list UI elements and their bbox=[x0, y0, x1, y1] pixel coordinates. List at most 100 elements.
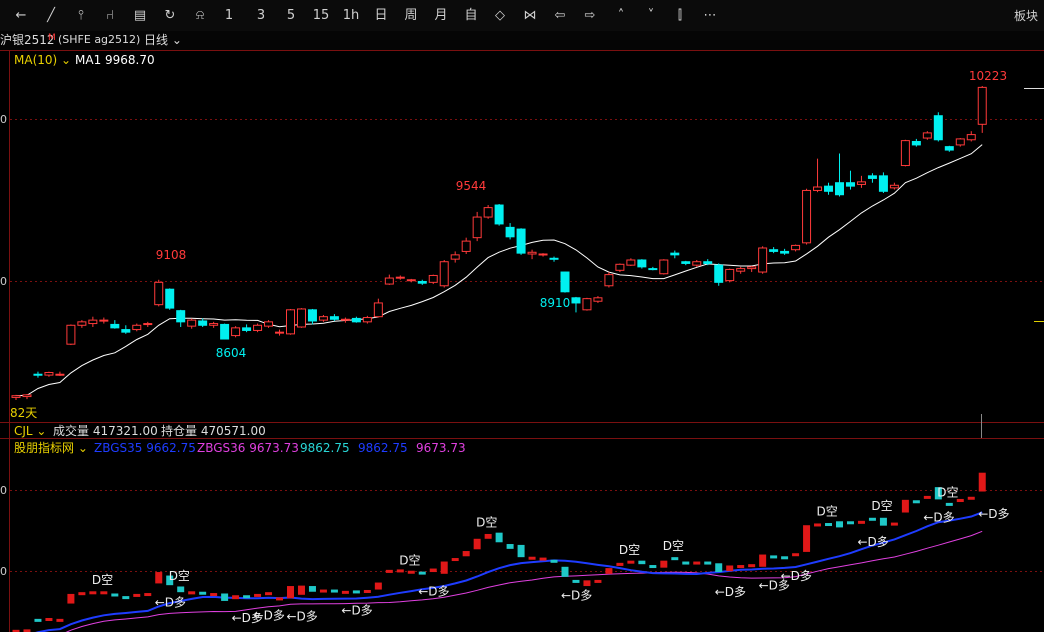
sub-candle-body bbox=[759, 554, 767, 567]
candle-body[interactable] bbox=[417, 280, 427, 284]
candle-body[interactable] bbox=[384, 277, 394, 285]
candle-body[interactable] bbox=[11, 395, 21, 398]
candle-body[interactable] bbox=[77, 321, 87, 326]
candle-body[interactable] bbox=[637, 259, 647, 268]
candle-body[interactable] bbox=[527, 251, 537, 255]
candle-body[interactable] bbox=[703, 261, 713, 264]
volume-value: 成交量 417321.00 bbox=[53, 423, 158, 438]
candle-body[interactable] bbox=[483, 207, 493, 218]
candle-body[interactable] bbox=[472, 216, 482, 239]
candle-body[interactable] bbox=[209, 323, 219, 326]
candle-body[interactable] bbox=[955, 138, 965, 146]
candle-body[interactable] bbox=[198, 320, 208, 326]
candle-body[interactable] bbox=[813, 186, 823, 191]
candle-body[interactable] bbox=[922, 132, 932, 139]
candle-body[interactable] bbox=[121, 329, 131, 333]
candle-body[interactable] bbox=[450, 254, 460, 260]
candle-body[interactable] bbox=[747, 266, 757, 270]
candle-body[interactable] bbox=[275, 331, 285, 334]
candle-body[interactable] bbox=[395, 276, 405, 279]
candle-body[interactable] bbox=[780, 250, 790, 254]
candle-body[interactable] bbox=[878, 175, 888, 192]
candle-body[interactable] bbox=[867, 175, 877, 179]
candle-body[interactable] bbox=[626, 259, 636, 266]
candle-body[interactable] bbox=[406, 279, 416, 282]
candle-body[interactable] bbox=[99, 319, 109, 322]
candle-body[interactable] bbox=[165, 288, 175, 309]
candle-body[interactable] bbox=[977, 86, 987, 125]
candle-body[interactable] bbox=[340, 318, 350, 321]
candle-body[interactable] bbox=[593, 297, 603, 302]
chart-area[interactable]: 0 0 0 0 MA(10) ⌄ MA1 9968.70 10223 9108 9544 8604… bbox=[0, 0, 1044, 632]
candle-body[interactable] bbox=[66, 324, 76, 345]
candle-body[interactable] bbox=[362, 317, 372, 323]
candle-body[interactable] bbox=[253, 324, 263, 331]
candle-body[interactable] bbox=[549, 257, 559, 260]
candle-body[interactable] bbox=[582, 298, 592, 311]
candle-body[interactable] bbox=[428, 274, 438, 283]
candle-body[interactable] bbox=[22, 394, 32, 398]
candle-body[interactable] bbox=[725, 268, 735, 282]
candle-body[interactable] bbox=[648, 268, 658, 271]
candle-body[interactable] bbox=[318, 316, 328, 321]
candle-body[interactable] bbox=[944, 146, 954, 151]
candle-body[interactable] bbox=[571, 297, 581, 304]
candle-body[interactable] bbox=[933, 115, 943, 141]
candle-body[interactable] bbox=[33, 373, 43, 376]
candle-body[interactable] bbox=[307, 309, 317, 322]
candle-body[interactable] bbox=[692, 261, 702, 266]
sub-candle-body bbox=[912, 500, 920, 504]
candle-body[interactable] bbox=[670, 252, 680, 256]
candle-body[interactable] bbox=[242, 327, 252, 331]
candle-body[interactable] bbox=[351, 317, 361, 323]
candle-body[interactable] bbox=[44, 372, 54, 376]
candle-body[interactable] bbox=[889, 184, 899, 189]
candle-body[interactable] bbox=[176, 310, 186, 323]
candle-body[interactable] bbox=[132, 324, 142, 331]
candle-body[interactable] bbox=[769, 249, 779, 252]
candle-body[interactable] bbox=[329, 316, 339, 320]
candle-body[interactable] bbox=[461, 240, 471, 252]
candle-body[interactable] bbox=[791, 244, 801, 251]
candle-body[interactable] bbox=[845, 182, 855, 187]
sub-candle-body bbox=[528, 556, 536, 560]
short-signal-label: D空 bbox=[937, 485, 958, 499]
candle-body[interactable] bbox=[286, 309, 295, 335]
candle-body[interactable] bbox=[615, 263, 625, 271]
candle-body[interactable] bbox=[714, 264, 724, 283]
candle-body[interactable] bbox=[494, 204, 504, 225]
sub-candle-body bbox=[451, 558, 459, 562]
candle-body[interactable] bbox=[911, 140, 921, 146]
candle-body[interactable] bbox=[505, 226, 515, 238]
candle-body[interactable] bbox=[802, 189, 812, 244]
candle-body[interactable] bbox=[900, 140, 910, 167]
candle-body[interactable] bbox=[758, 247, 768, 273]
candle-body[interactable] bbox=[538, 253, 548, 256]
sub-indicator-value: 9673.73 bbox=[416, 441, 466, 455]
candle-body[interactable] bbox=[88, 319, 98, 325]
candle-body[interactable] bbox=[187, 319, 197, 327]
candle-body[interactable] bbox=[143, 323, 153, 326]
candle-body[interactable] bbox=[681, 261, 691, 264]
candle-body[interactable] bbox=[55, 373, 65, 376]
candle-body[interactable] bbox=[220, 323, 230, 340]
candle-body[interactable] bbox=[824, 185, 834, 192]
candle-body[interactable] bbox=[516, 228, 526, 254]
axis-tick-label: 0 bbox=[0, 113, 7, 126]
candle-body[interactable] bbox=[736, 268, 746, 272]
sub-candle-body bbox=[374, 582, 382, 590]
sub-candle-body bbox=[583, 580, 591, 587]
candle-body[interactable] bbox=[110, 323, 120, 329]
candle-body[interactable] bbox=[856, 181, 866, 185]
candle-body[interactable] bbox=[835, 182, 844, 196]
candle-body[interactable] bbox=[966, 134, 976, 141]
candle-body[interactable] bbox=[264, 321, 274, 327]
candle-body[interactable] bbox=[154, 281, 164, 306]
candle-body[interactable] bbox=[659, 259, 669, 275]
candle-body[interactable] bbox=[560, 271, 570, 293]
candle-body[interactable] bbox=[373, 302, 383, 318]
candle-body[interactable] bbox=[439, 261, 449, 287]
candle-body[interactable] bbox=[604, 274, 614, 287]
candle-body[interactable] bbox=[231, 327, 241, 337]
candle-body[interactable] bbox=[296, 308, 306, 328]
